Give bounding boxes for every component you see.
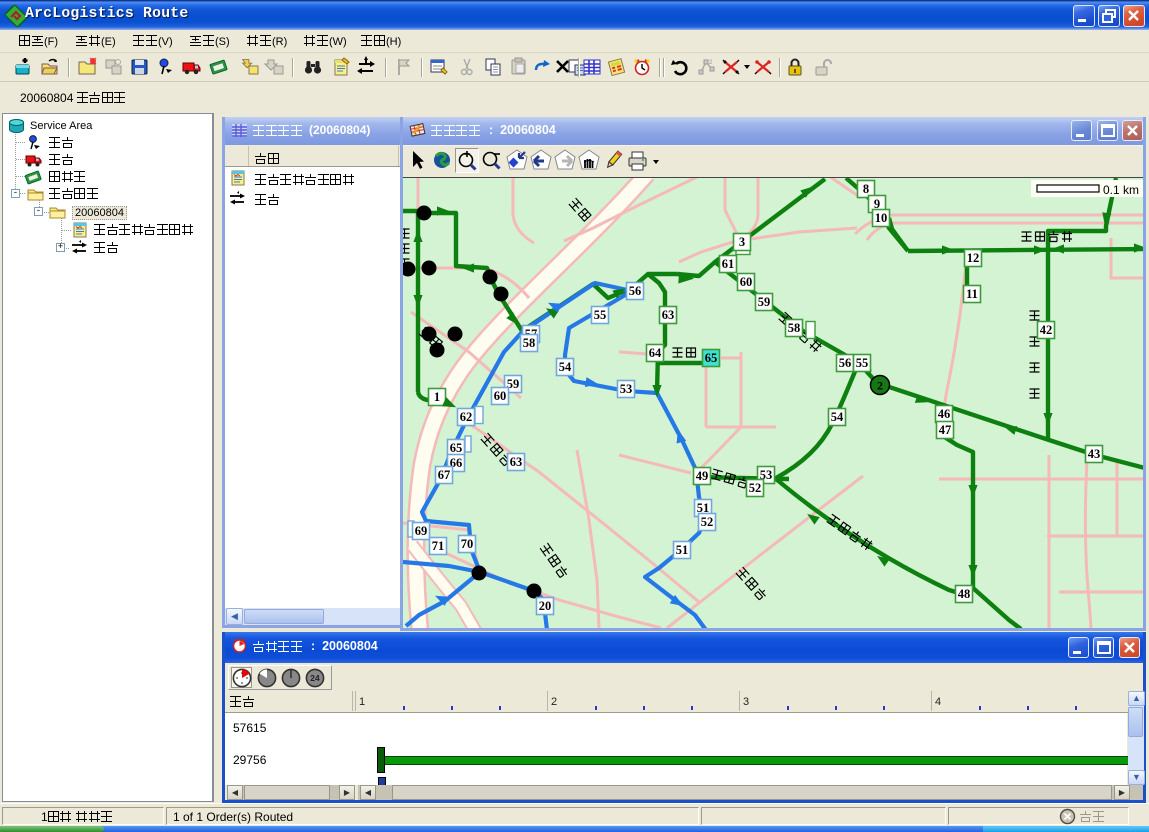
svg-text:58: 58 [788,321,801,335]
svg-text:59: 59 [758,295,771,309]
svg-text:69: 69 [415,524,428,538]
svg-text:53: 53 [620,382,633,396]
svg-text:2: 2 [877,379,883,393]
svg-text:64: 64 [649,346,662,360]
svg-text:48: 48 [958,587,971,601]
svg-text:55: 55 [856,356,869,370]
svg-text:56: 56 [629,284,642,298]
svg-text:49: 49 [696,469,709,483]
svg-text:55: 55 [594,308,607,322]
svg-text:1: 1 [434,390,440,404]
svg-text:67: 67 [438,468,451,482]
svg-text:8: 8 [863,182,869,196]
svg-text:60: 60 [494,389,507,403]
svg-text:70: 70 [461,537,474,551]
svg-text:62: 62 [460,410,473,424]
svg-text:12: 12 [967,251,980,265]
svg-text:47: 47 [939,423,952,437]
svg-text:61: 61 [722,257,735,271]
svg-text:65: 65 [705,351,718,365]
svg-text:58: 58 [523,336,536,350]
svg-text:11: 11 [966,287,978,301]
svg-text:54: 54 [559,360,572,374]
svg-text:10: 10 [875,211,888,225]
svg-text:63: 63 [510,455,523,469]
svg-text:65: 65 [450,441,463,455]
svg-text:0.1 km: 0.1 km [1103,183,1139,197]
svg-text:56: 56 [839,356,852,370]
svg-text:43: 43 [1088,447,1101,461]
svg-text:52: 52 [701,515,714,529]
svg-text:2: 2 [709,60,713,66]
svg-text:24: 24 [310,673,320,683]
svg-text:71: 71 [432,539,445,553]
svg-text:52: 52 [749,481,762,495]
svg-text:60: 60 [740,275,753,289]
svg-text:54: 54 [831,410,844,424]
svg-text:63: 63 [662,308,675,322]
svg-text:20: 20 [539,599,552,613]
svg-text:46: 46 [938,407,951,421]
svg-text:42: 42 [1040,323,1053,337]
svg-text:3: 3 [739,235,745,249]
svg-text:51: 51 [676,543,689,557]
